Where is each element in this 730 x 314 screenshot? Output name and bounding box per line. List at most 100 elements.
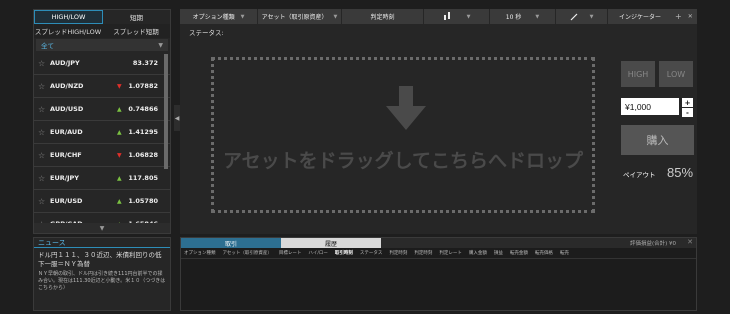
asset-row[interactable]: ☆ AUD/NZD ▼ 1.07882 <box>34 75 170 98</box>
positions-panel: 取引 履歴 評価損益(合計) ¥0 ✕ オプション種類 アセット（取引原資産） 目標… <box>180 237 697 311</box>
amount-increase-button[interactable]: + <box>682 98 693 107</box>
news-body[interactable]: ＮＹ早朝の取引、ドル円は引き続き111円台前半での揉み合い。現在は111.30近… <box>34 269 170 292</box>
drawing-tool-dropdown[interactable]: ▼ <box>556 9 608 24</box>
asset-row[interactable]: ☆ EUR/CHF ▼ 1.06828 <box>34 144 170 167</box>
tab-spread-highlow[interactable]: スプレッドHIGH/LOW <box>34 24 102 38</box>
asset-price: 117.805 <box>128 174 158 182</box>
column-header[interactable]: 転売 <box>560 250 569 256</box>
positions-tabs: 取引 履歴 <box>181 238 696 248</box>
scroll-down-button[interactable]: ▼ <box>34 223 170 233</box>
chevron-left-icon: ◀ <box>174 114 180 122</box>
star-icon[interactable]: ☆ <box>38 174 50 183</box>
arrow-up-icon: ▲ <box>117 197 122 205</box>
star-icon[interactable]: ☆ <box>38 59 50 68</box>
asset-filter-dropdown[interactable]: 全て ▼ <box>36 39 168 51</box>
expiry-label: 判定時刻 <box>370 14 395 21</box>
status-label: ステータス: <box>189 29 224 37</box>
tab-short-term[interactable]: 短期 <box>103 10 170 24</box>
high-button[interactable]: HIGH <box>621 61 655 87</box>
star-icon[interactable]: ☆ <box>38 105 50 114</box>
asset-row[interactable]: ☆ AUD/JPY 83.372 <box>34 52 170 75</box>
tab-highlow[interactable]: HIGH/LOW <box>34 10 103 24</box>
star-icon[interactable]: ☆ <box>38 197 50 206</box>
asset-symbol: AUD/USD <box>50 105 84 113</box>
asset-row[interactable]: ☆ EUR/AUD ▲ 1.41295 <box>34 121 170 144</box>
column-header[interactable]: 判定時刻 <box>389 250 407 256</box>
chevron-down-icon: ▼ <box>99 224 105 232</box>
arrow-up-icon: ▲ <box>117 174 122 182</box>
pencil-icon <box>570 13 577 20</box>
asset-symbol: AUD/NZD <box>50 82 84 90</box>
asset-panel: HIGH/LOW 短期 スプレッドHIGH/LOW スプレッド短期 全て ▼ ☆… <box>33 9 171 234</box>
spread-tabs: スプレッドHIGH/LOW スプレッド短期 <box>34 24 170 38</box>
low-button[interactable]: LOW <box>659 61 693 87</box>
interval-dropdown[interactable]: 10 秒 ▼ <box>490 9 556 24</box>
news-headline[interactable]: ドル円１１１、３０近辺、米債利回りの低下一服＝ＮＹ為替 <box>34 248 170 269</box>
column-header[interactable]: ステータス <box>360 250 383 256</box>
indicator-dropdown[interactable]: インジケーター <box>608 9 672 24</box>
chevron-down-icon: ▼ <box>466 13 471 20</box>
asset-label: アセット（取引原資産） <box>261 14 328 21</box>
asset-symbol: EUR/AUD <box>50 128 83 136</box>
asset-row[interactable]: ☆ AUD/USD ▲ 0.74866 <box>34 98 170 121</box>
column-header[interactable]: 判定時刻 <box>414 250 432 256</box>
amount-decrease-button[interactable]: - <box>682 108 693 117</box>
asset-row[interactable]: ☆ EUR/USD ▲ 1.05780 <box>34 190 170 213</box>
column-header[interactable]: 転売金額 <box>510 250 528 256</box>
asset-symbol: EUR/CHF <box>50 151 82 159</box>
arrow-down-icon: ▼ <box>117 82 122 90</box>
column-header[interactable]: 損益 <box>494 250 503 256</box>
option-type-label: オプション種類 <box>192 14 235 21</box>
asset-drop-zone[interactable]: アセットをドラッグしてこちらへドロップ <box>211 57 595 213</box>
asset-list: ☆ AUD/JPY 83.372 ☆ AUD/NZD ▼ 1.07882 ☆ AUD/USD ▲ 0… <box>34 52 170 235</box>
scrollbar[interactable] <box>164 54 168 169</box>
column-header[interactable]: オプション種類 <box>184 250 216 256</box>
indicator-label: インジケーター <box>618 14 661 21</box>
chevron-down-icon: ▼ <box>589 13 594 20</box>
asset-symbol: AUD/JPY <box>50 59 80 67</box>
payout-value: 85% <box>667 165 694 180</box>
option-type-dropdown[interactable]: オプション種類 ▼ <box>180 9 258 24</box>
close-icon[interactable]: ✕ <box>687 238 693 246</box>
column-header[interactable]: 判定レート <box>439 250 462 256</box>
column-header[interactable]: アセット（取引原資産） <box>223 250 272 256</box>
tab-spread-short-term[interactable]: スプレッド短期 <box>102 24 170 38</box>
chart-type-dropdown[interactable]: ▼ <box>424 9 490 24</box>
chevron-down-icon: ▼ <box>333 13 338 20</box>
chevron-down-icon: ▼ <box>240 13 245 20</box>
asset-price: 1.07882 <box>128 82 158 90</box>
positions-table-header: オプション種類 アセット（取引原資産） 目標レート ハイ/ロー 取引時刻 ステータス 判定時… <box>181 248 696 259</box>
column-header[interactable]: 目標レート <box>279 250 302 256</box>
column-header[interactable]: 取引時刻 <box>335 250 353 256</box>
star-icon[interactable]: ☆ <box>38 82 50 91</box>
close-icon[interactable]: ✕ <box>685 13 696 20</box>
asset-filter-label: 全て <box>41 42 54 50</box>
drop-instruction-text: アセットをドラッグしてこちらへドロップ <box>222 150 584 172</box>
candlestick-icon <box>443 12 450 20</box>
valuation-total: 評価損益(合計) ¥0 <box>629 241 676 247</box>
asset-symbol: EUR/JPY <box>50 174 79 182</box>
arrow-up-icon: ▲ <box>117 128 122 136</box>
asset-dropdown[interactable]: アセット（取引原資産） ▼ <box>258 9 342 24</box>
column-header[interactable]: ハイ/ロー <box>308 250 327 256</box>
column-header[interactable]: 転売価格 <box>535 250 553 256</box>
amount-input[interactable]: ¥1,000 <box>621 98 679 115</box>
asset-row[interactable]: ☆ EUR/JPY ▲ 117.805 <box>34 167 170 190</box>
asset-symbol: EUR/USD <box>50 197 83 205</box>
asset-price: 83.372 <box>132 59 158 67</box>
star-icon[interactable]: ☆ <box>38 128 50 137</box>
buy-button[interactable]: 購入 <box>621 125 694 155</box>
interval-label: 10 秒 <box>505 14 522 21</box>
add-chart-button[interactable]: + <box>672 12 685 21</box>
tab-trades[interactable]: 取引 <box>181 238 281 248</box>
column-header[interactable]: 購入金額 <box>469 250 487 256</box>
news-title: ニュース <box>34 238 170 248</box>
asset-price: 1.06828 <box>128 151 158 159</box>
expiry-dropdown[interactable]: 判定時刻 <box>342 9 424 24</box>
star-icon[interactable]: ☆ <box>38 151 50 160</box>
asset-price: 1.41295 <box>128 128 158 136</box>
option-tabs: HIGH/LOW 短期 <box>34 10 170 24</box>
tab-history[interactable]: 履歴 <box>281 238 381 248</box>
asset-price: 0.74866 <box>128 105 158 113</box>
chart-area: ステータス: アセットをドラッグしてこちらへドロップ HIGH LOW ¥1,0… <box>180 24 697 234</box>
